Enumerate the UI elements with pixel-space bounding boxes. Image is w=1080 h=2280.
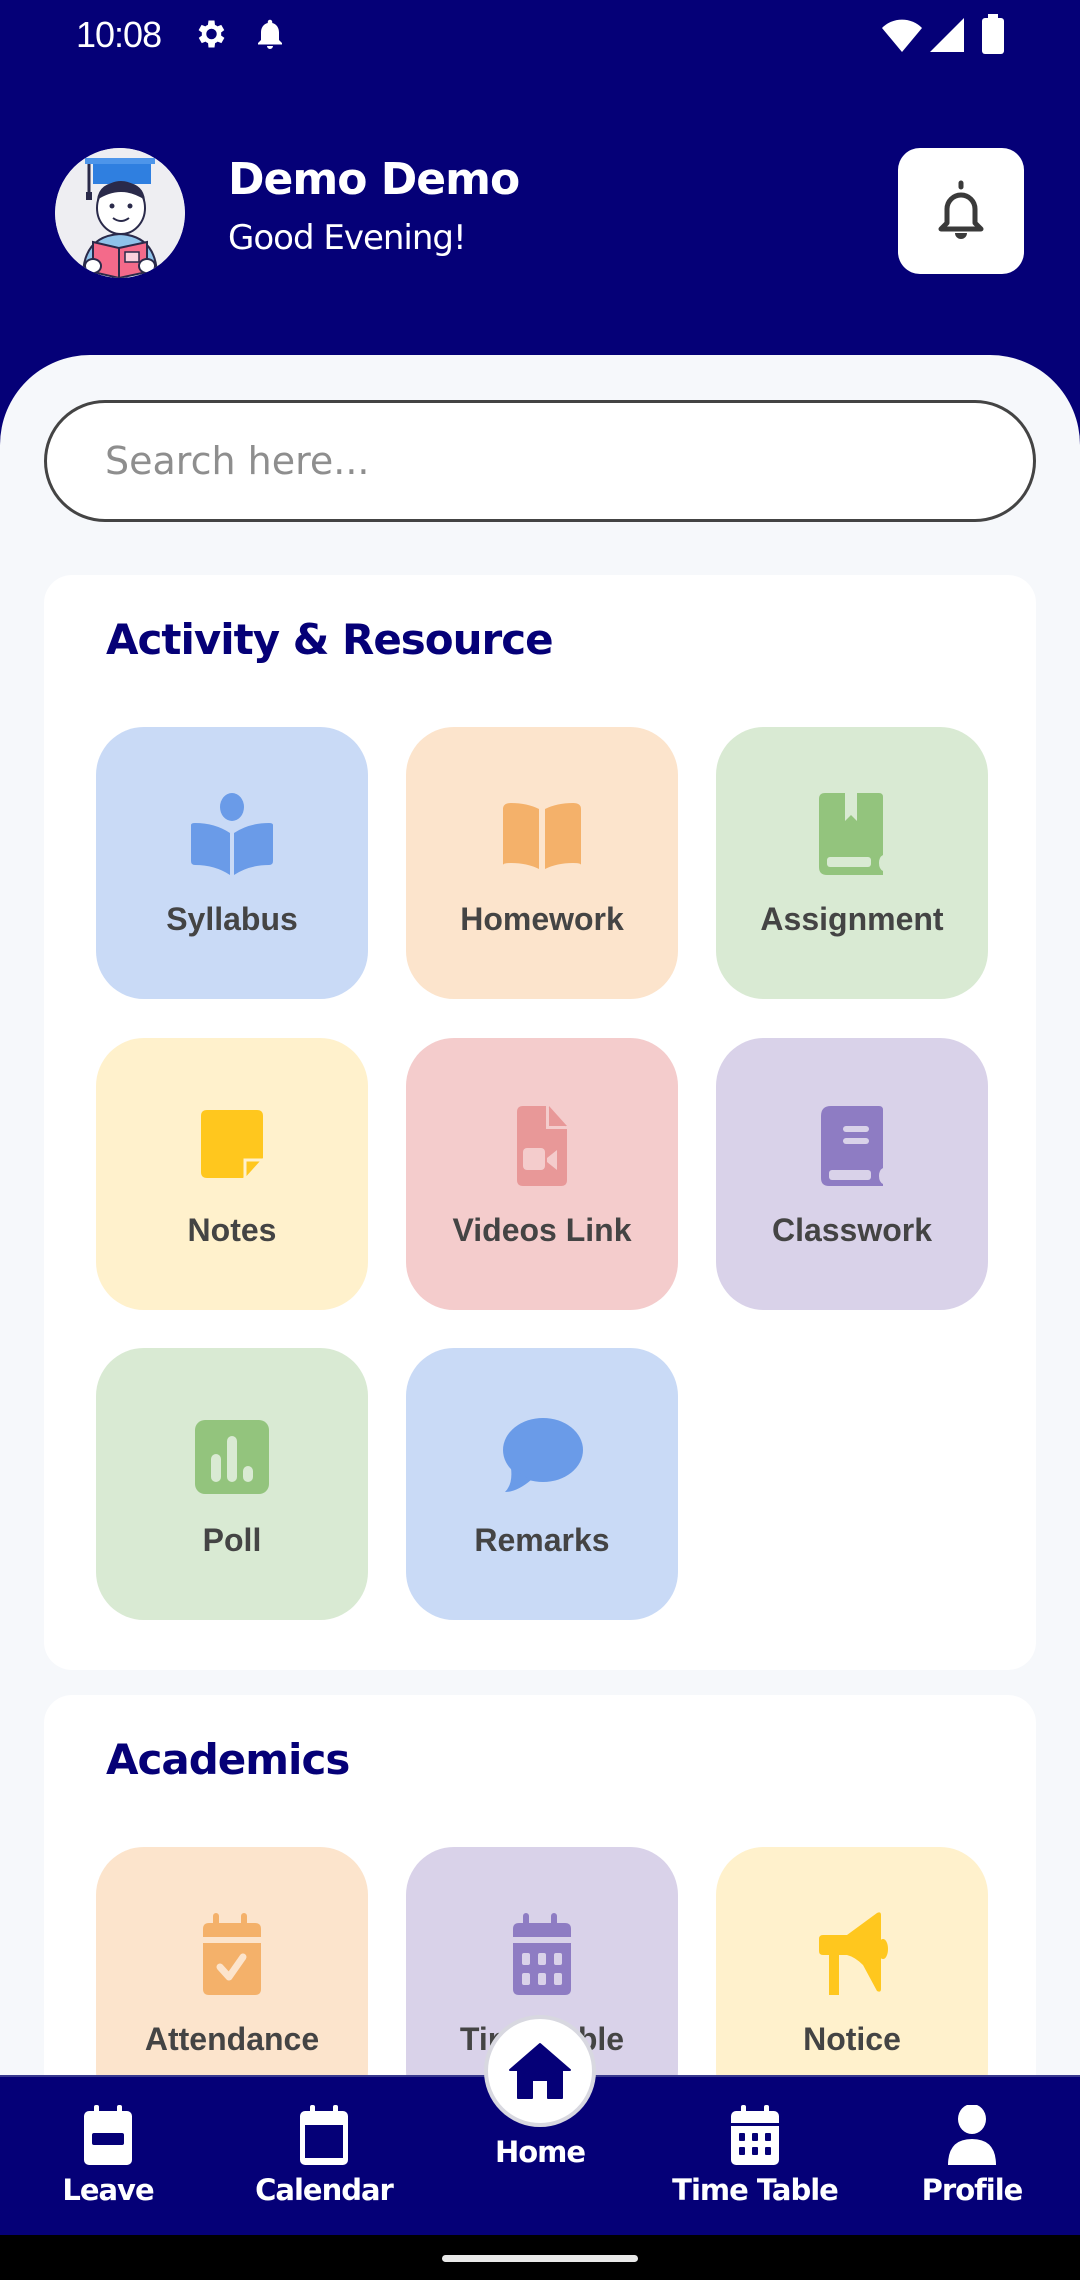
tile-label: Remarks <box>474 1522 610 1558</box>
tile-videos-link[interactable]: Videos Link <box>406 1038 678 1310</box>
nav-label: Time Table <box>672 2173 839 2207</box>
header: Demo Demo Good Evening! <box>0 140 1080 280</box>
reader-book-icon <box>191 793 273 875</box>
notification-bell-icon <box>252 16 288 57</box>
greeting-text: Good Evening! <box>228 218 467 258</box>
cellular-signal-icon <box>930 18 964 59</box>
tile-label: Videos Link <box>452 1212 632 1248</box>
tile-label: Syllabus <box>166 901 298 937</box>
gesture-navigation-bar <box>0 2235 1080 2280</box>
open-book-icon <box>503 803 581 869</box>
section-title: Activity & Resource <box>106 615 554 664</box>
tile-poll[interactable]: Poll <box>96 1348 368 1620</box>
nav-profile[interactable]: Profile <box>872 2105 1072 2207</box>
avatar[interactable] <box>55 148 185 278</box>
sticky-note-icon <box>201 1110 267 1184</box>
nav-label: Profile <box>921 2173 1024 2207</box>
search-field[interactable] <box>44 400 1036 522</box>
tile-label: Notes <box>187 1212 277 1248</box>
video-file-icon <box>517 1106 567 1186</box>
calendar-check-icon <box>203 1913 261 1995</box>
tile-assignment[interactable]: Assignment <box>716 727 988 999</box>
calendar-grid-icon <box>731 2105 779 2165</box>
poll-chart-icon <box>195 1420 269 1494</box>
bell-icon <box>938 180 984 239</box>
nav-time-table[interactable]: Time Table <box>655 2105 855 2207</box>
nav-home[interactable] <box>484 2015 596 2127</box>
user-icon <box>948 2105 996 2165</box>
tile-label: Poll <box>202 1522 262 1558</box>
nav-label: Calendar <box>255 2173 394 2207</box>
nav-calendar[interactable]: Calendar <box>224 2105 424 2207</box>
battery-icon <box>982 14 1004 59</box>
tile-label: Attendance <box>144 2021 320 2057</box>
status-time: 10:08 <box>76 14 162 55</box>
home-icon <box>509 2043 571 2100</box>
book-icon <box>821 1106 883 1186</box>
tile-label: Notice <box>803 2021 901 2057</box>
gesture-handle[interactable] <box>442 2255 638 2262</box>
student-reading-avatar-icon <box>55 148 185 278</box>
search-input[interactable] <box>47 403 1033 519</box>
nav-leave[interactable]: Leave <box>8 2105 208 2207</box>
tile-label: Classwork <box>771 1212 933 1248</box>
wifi-icon <box>882 18 922 59</box>
tile-remarks[interactable]: Remarks <box>406 1348 678 1620</box>
nav-label: Leave <box>62 2173 154 2207</box>
user-name: Demo Demo <box>228 154 520 205</box>
calendar-icon <box>300 2105 348 2165</box>
chat-bubble-icon <box>503 1418 583 1492</box>
megaphone-icon <box>819 1912 888 1995</box>
tile-classwork[interactable]: Classwork <box>716 1038 988 1310</box>
tile-syllabus[interactable]: Syllabus <box>96 727 368 999</box>
calendar-minus-icon <box>84 2105 132 2165</box>
nav-home-label: Home <box>494 2135 586 2169</box>
settings-icon <box>192 16 228 57</box>
section-title: Academics <box>106 1735 350 1784</box>
tile-label: Assignment <box>760 901 944 937</box>
status-bar: 10:08 <box>0 0 1080 70</box>
tile-notes[interactable]: Notes <box>96 1038 368 1310</box>
bookmark-book-icon <box>819 793 883 875</box>
activity-resource-card: Activity & Resource Syllabus Homework As… <box>44 575 1036 1670</box>
calendar-grid-icon <box>513 1913 571 1995</box>
tile-homework[interactable]: Homework <box>406 727 678 999</box>
tile-label: Homework <box>460 901 624 937</box>
notifications-button[interactable] <box>898 148 1024 274</box>
